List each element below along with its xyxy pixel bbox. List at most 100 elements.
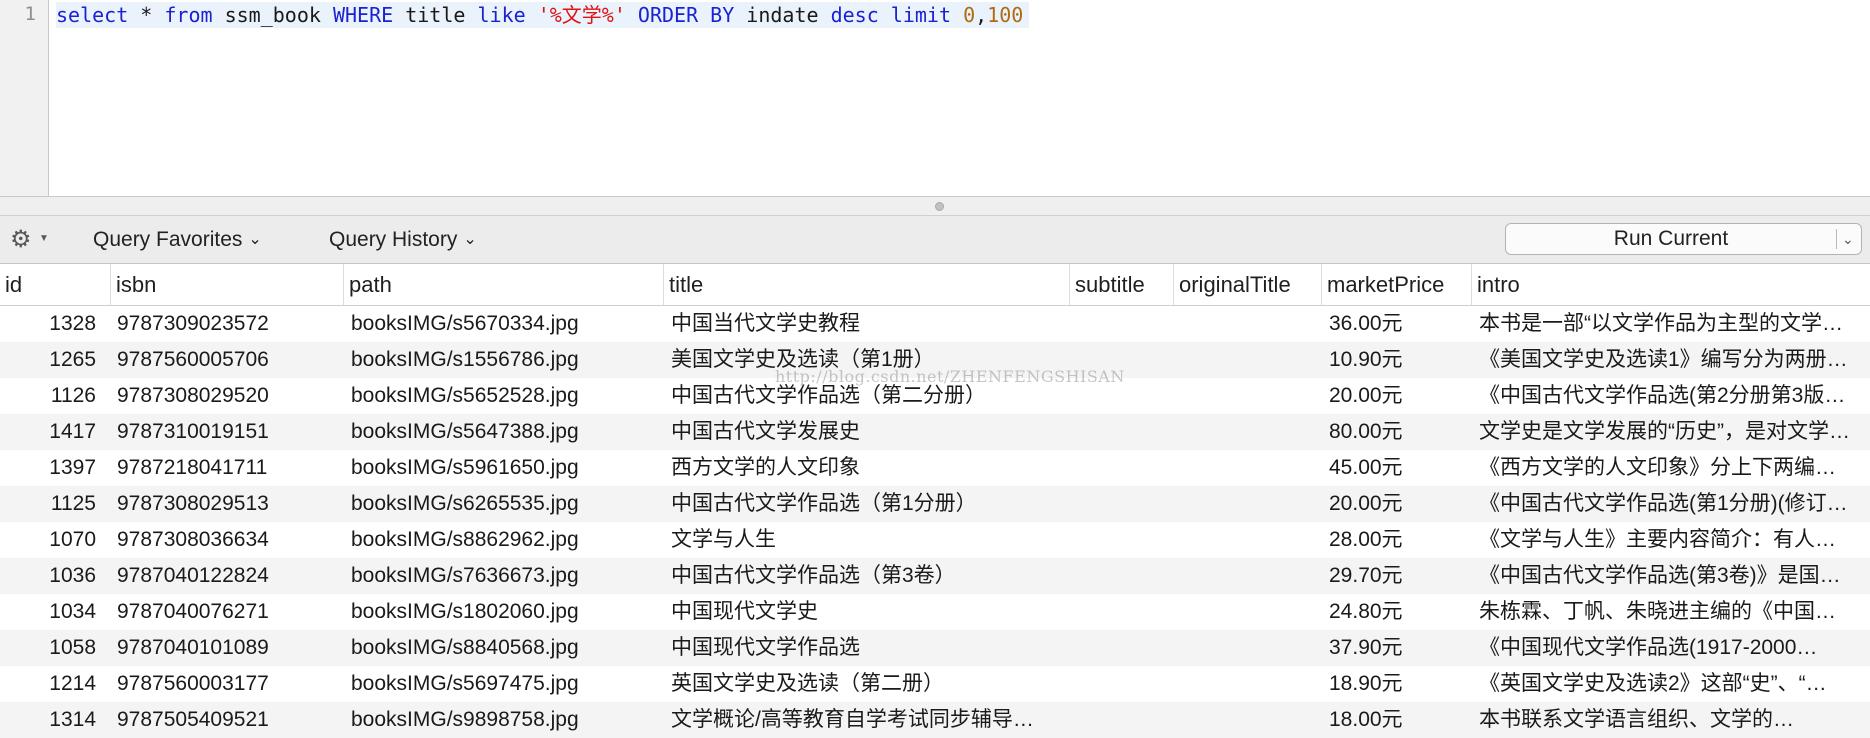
cell-market-price[interactable]: 24.80元: [1329, 594, 1479, 630]
cell-id[interactable]: 1070: [0, 522, 100, 558]
cell-market-price[interactable]: 36.00元: [1329, 306, 1479, 342]
cell-title[interactable]: 中国当代文学史教程: [671, 306, 1071, 342]
column-header-marketprice[interactable]: marketPrice: [1322, 264, 1472, 305]
cell-isbn[interactable]: 9787308029513: [117, 486, 337, 522]
pane-splitter[interactable]: [0, 196, 1870, 216]
cell-title[interactable]: 中国古代文学作品选（第1分册）: [671, 486, 1071, 522]
table-row[interactable]: 1328 9787309023572 booksIMG/s5670334.jpg 中国…: [0, 306, 1870, 342]
sql-code-line[interactable]: select * from ssm_book WHERE title like …: [56, 2, 1030, 28]
cell-intro[interactable]: 本书联系文学语言组织、文学的…: [1479, 702, 1870, 738]
column-header-id[interactable]: id: [0, 264, 111, 305]
cell-path[interactable]: booksIMG/s7636673.jpg: [351, 558, 666, 594]
column-header-isbn[interactable]: isbn: [111, 264, 344, 305]
cell-isbn[interactable]: 9787040122824: [117, 558, 337, 594]
cell-intro[interactable]: 《美国文学史及选读1》编写分为两册…: [1479, 342, 1870, 378]
cell-isbn[interactable]: 9787308036634: [117, 522, 337, 558]
table-row[interactable]: 1036 9787040122824 booksIMG/s7636673.jpg 中国…: [0, 558, 1870, 594]
cell-market-price[interactable]: 80.00元: [1329, 414, 1479, 450]
cell-isbn[interactable]: 9787040076271: [117, 594, 337, 630]
table-row[interactable]: 1034 9787040076271 booksIMG/s1802060.jpg 中国…: [0, 594, 1870, 630]
column-header-path[interactable]: path: [344, 264, 664, 305]
sql-token: desc: [830, 3, 879, 27]
table-row[interactable]: 1397 9787218041711 booksIMG/s5961650.jpg 西方…: [0, 450, 1870, 486]
cell-id[interactable]: 1328: [0, 306, 100, 342]
cell-title[interactable]: 中国古代文学作品选（第3卷）: [671, 558, 1071, 594]
cell-path[interactable]: booksIMG/s8840568.jpg: [351, 630, 666, 666]
cell-id[interactable]: 1125: [0, 486, 100, 522]
column-header-subtitle[interactable]: subtitle: [1070, 264, 1174, 305]
cell-id[interactable]: 1265: [0, 342, 100, 378]
cell-market-price[interactable]: 20.00元: [1329, 378, 1479, 414]
cell-path[interactable]: booksIMG/s5670334.jpg: [351, 306, 666, 342]
cell-id[interactable]: 1034: [0, 594, 100, 630]
cell-title[interactable]: 西方文学的人文印象: [671, 450, 1071, 486]
cell-intro[interactable]: 文学史是文学发展的“历史”，是对文学…: [1479, 414, 1870, 450]
sql-editor[interactable]: 1 select * from ssm_book WHERE title lik…: [0, 0, 1870, 196]
cell-id[interactable]: 1058: [0, 630, 100, 666]
cell-path[interactable]: booksIMG/s9898758.jpg: [351, 702, 666, 738]
cell-path[interactable]: booksIMG/s1802060.jpg: [351, 594, 666, 630]
cell-intro[interactable]: 《英国文学史及选读2》这部“史”、“…: [1479, 666, 1870, 702]
cell-market-price[interactable]: 18.00元: [1329, 702, 1479, 738]
column-header-title[interactable]: title: [664, 264, 1070, 305]
cell-title[interactable]: 文学概论/高等教育自学考试同步辅导…: [671, 702, 1071, 738]
cell-id[interactable]: 1214: [0, 666, 100, 702]
cell-market-price[interactable]: 45.00元: [1329, 450, 1479, 486]
cell-market-price[interactable]: 28.00元: [1329, 522, 1479, 558]
cell-path[interactable]: booksIMG/s5697475.jpg: [351, 666, 666, 702]
splitter-handle[interactable]: [935, 202, 944, 211]
gear-menu-button[interactable]: ⚙ ▼: [10, 226, 54, 253]
cell-intro[interactable]: 《中国古代文学作品选(第3卷)》是国…: [1479, 558, 1870, 594]
cell-id[interactable]: 1417: [0, 414, 100, 450]
cell-title[interactable]: 中国现代文学作品选: [671, 630, 1071, 666]
cell-market-price[interactable]: 37.90元: [1329, 630, 1479, 666]
cell-title[interactable]: 文学与人生: [671, 522, 1071, 558]
cell-isbn[interactable]: 9787040101089: [117, 630, 337, 666]
cell-isbn[interactable]: 9787560003177: [117, 666, 337, 702]
table-row[interactable]: 1417 9787310019151 booksIMG/s5647388.jpg 中国…: [0, 414, 1870, 450]
cell-isbn[interactable]: 9787309023572: [117, 306, 337, 342]
cell-path[interactable]: booksIMG/s8862962.jpg: [351, 522, 666, 558]
cell-intro[interactable]: 《中国古代文学作品选(第1分册)(修订…: [1479, 486, 1870, 522]
cell-isbn[interactable]: 9787310019151: [117, 414, 337, 450]
cell-isbn[interactable]: 9787308029520: [117, 378, 337, 414]
cell-market-price[interactable]: 29.70元: [1329, 558, 1479, 594]
cell-market-price[interactable]: 20.00元: [1329, 486, 1479, 522]
cell-intro[interactable]: 《西方文学的人文印象》分上下两编…: [1479, 450, 1870, 486]
column-header-intro[interactable]: intro: [1472, 264, 1870, 305]
query-history-menu[interactable]: Query History ⌄: [329, 228, 477, 252]
cell-title[interactable]: 英国文学史及选读（第二册）: [671, 666, 1071, 702]
cell-market-price[interactable]: 10.90元: [1329, 342, 1479, 378]
cell-path[interactable]: booksIMG/s5961650.jpg: [351, 450, 666, 486]
run-current-button[interactable]: Run Current ⌄: [1505, 223, 1862, 255]
table-row[interactable]: 1214 9787560003177 booksIMG/s5697475.jpg 英国…: [0, 666, 1870, 702]
cell-id[interactable]: 1036: [0, 558, 100, 594]
cell-isbn[interactable]: 9787218041711: [117, 450, 337, 486]
cell-id[interactable]: 1397: [0, 450, 100, 486]
cell-intro[interactable]: 本书是一部“以文学作品为主型的文学…: [1479, 306, 1870, 342]
table-row[interactable]: 1058 9787040101089 booksIMG/s8840568.jpg 中国…: [0, 630, 1870, 666]
table-row[interactable]: 1125 9787308029513 booksIMG/s6265535.jpg 中国…: [0, 486, 1870, 522]
cell-path[interactable]: booksIMG/s5647388.jpg: [351, 414, 666, 450]
cell-market-price[interactable]: 18.90元: [1329, 666, 1479, 702]
cell-intro[interactable]: 《中国现代文学作品选(1917-2000…: [1479, 630, 1870, 666]
sql-token: select: [56, 3, 129, 27]
column-header-originaltitle[interactable]: originalTitle: [1174, 264, 1322, 305]
cell-intro[interactable]: 《文学与人生》主要内容简介：有人…: [1479, 522, 1870, 558]
table-row[interactable]: 1070 9787308036634 booksIMG/s8862962.jpg 文学…: [0, 522, 1870, 558]
table-row[interactable]: 1314 9787505409521 booksIMG/s9898758.jpg 文学…: [0, 702, 1870, 738]
cell-title[interactable]: 中国现代文学史: [671, 594, 1071, 630]
cell-id[interactable]: 1314: [0, 702, 100, 738]
cell-path[interactable]: booksIMG/s5652528.jpg: [351, 378, 666, 414]
cell-path[interactable]: booksIMG/s1556786.jpg: [351, 342, 666, 378]
query-favorites-menu[interactable]: Query Favorites ⌄: [93, 228, 262, 252]
cell-isbn[interactable]: 9787505409521: [117, 702, 337, 738]
cell-isbn[interactable]: 9787560005706: [117, 342, 337, 378]
cell-path[interactable]: booksIMG/s6265535.jpg: [351, 486, 666, 522]
run-options-chevron-icon[interactable]: ⌄: [1842, 224, 1854, 254]
cell-id[interactable]: 1126: [0, 378, 100, 414]
cell-intro[interactable]: 《中国古代文学作品选(第2分册第3版…: [1479, 378, 1870, 414]
cell-title[interactable]: 中国古代文学发展史: [671, 414, 1071, 450]
cell-intro[interactable]: 朱栋霖、丁帆、朱晓进主编的《中国…: [1479, 594, 1870, 630]
